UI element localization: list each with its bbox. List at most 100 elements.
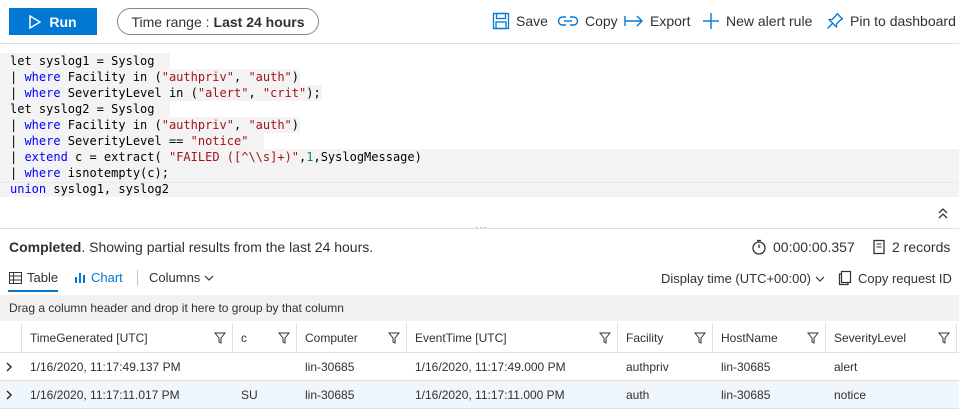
column-header-label: Computer	[305, 331, 358, 345]
code-line: union syslog1, syslog2	[0, 181, 959, 197]
run-button[interactable]: Run	[9, 8, 97, 35]
table-cell: lin-30685	[305, 360, 355, 374]
column-header[interactable]: TimeGenerated [UTC]	[22, 323, 233, 353]
record-count-value: 2 records	[892, 239, 951, 255]
table-cell	[233, 353, 241, 381]
time-range-prefix: Time range :	[131, 13, 210, 30]
code-text: |	[10, 70, 25, 84]
column-header[interactable]: HostName	[713, 323, 826, 353]
code-text: Facility	[60, 70, 133, 84]
save-icon	[492, 12, 510, 30]
table-cell: SU	[241, 388, 258, 402]
code-text: let syslog2 = Syslog	[10, 102, 155, 116]
columns-dropdown[interactable]: Columns	[149, 270, 214, 285]
column-header-label: SeverityLevel	[834, 331, 907, 345]
display-time-dropdown[interactable]: Display time (UTC+00:00)	[661, 271, 825, 286]
table-cell: 1/16/2020, 11:17:11.000 PM	[415, 388, 565, 402]
code-text: )	[291, 118, 300, 132]
copy-button[interactable]: Copy	[557, 10, 618, 32]
code-keyword: where	[24, 70, 61, 84]
code-text: |	[10, 118, 25, 132]
column-header[interactable]: c	[233, 323, 297, 353]
query-editor[interactable]: let syslog1 = Syslog | where Facility in…	[0, 48, 959, 198]
elapsed-time: 00:00:00.357	[751, 239, 855, 255]
column-header[interactable]: EventTime [UTC]	[407, 323, 618, 353]
copy-label: Copy	[585, 13, 618, 29]
code-string: "authpriv"	[161, 118, 234, 132]
expander-column-header	[0, 323, 22, 353]
code-string: "notice"	[190, 134, 249, 148]
table-cell: lin-30685	[721, 360, 771, 374]
copy-request-label: Copy request ID	[858, 270, 952, 286]
divider	[0, 182, 959, 183]
code-text: ,	[248, 86, 263, 100]
code-text: in	[132, 118, 148, 132]
column-header[interactable]: SeverityLevel	[826, 323, 957, 353]
code-text: );	[306, 86, 321, 100]
code-line: | where Facility in ("authpriv", "auth")	[0, 117, 300, 133]
pane-splitter[interactable]	[0, 228, 959, 229]
pin-label: Pin to dashboard	[850, 13, 956, 29]
active-tab-indicator	[8, 290, 58, 292]
code-line: | where SeverityLevel == "notice"	[0, 133, 264, 149]
code-keyword: where	[24, 134, 61, 148]
export-label: Export	[650, 13, 691, 29]
play-icon	[29, 14, 42, 29]
code-text: ,	[233, 118, 249, 132]
new-alert-rule-button[interactable]: New alert rule	[702, 10, 812, 32]
code-string: "alert"	[197, 86, 249, 100]
bar-chart-icon	[75, 272, 85, 283]
table-cell: alert	[834, 360, 858, 374]
table-cell: lin-30685	[305, 388, 355, 402]
filter-icon[interactable]	[599, 332, 611, 344]
time-range-picker[interactable]: Time range : Last 24 hours	[117, 8, 319, 35]
code-text: SeverityLevel ==	[60, 134, 191, 148]
elapsed-value: 00:00:00.357	[773, 239, 855, 255]
filter-icon[interactable]	[807, 332, 819, 344]
code-line: | where Facility in ("authpriv", "auth")	[0, 69, 300, 85]
filter-icon[interactable]	[938, 332, 950, 344]
code-keyword: extend	[24, 150, 68, 164]
code-text: |	[10, 134, 25, 148]
table-row[interactable]: 1/16/2020, 11:17:11.017 PM SU lin-30685 …	[0, 381, 959, 409]
plus-icon	[703, 13, 719, 29]
save-button[interactable]: Save	[492, 10, 548, 32]
filter-icon[interactable]	[214, 332, 226, 344]
pin-to-dashboard-button[interactable]: Pin to dashboard	[826, 10, 956, 32]
new-alert-rule-label: New alert rule	[726, 13, 813, 29]
code-string: "FAILED ([^\\s]+)"	[168, 150, 300, 164]
code-line: let syslog1 = Syslog	[0, 53, 170, 69]
code-text: |	[10, 150, 25, 164]
group-by-drop-zone[interactable]: Drag a column header and drop it here to…	[0, 295, 959, 321]
code-string: "auth"	[248, 70, 292, 84]
tab-table-label: Table	[27, 270, 59, 285]
chevron-right-icon[interactable]	[5, 390, 13, 400]
code-line: | where isnotempty(c);	[0, 165, 959, 181]
column-header[interactable]: Computer	[297, 323, 407, 353]
record-count: 2 records	[872, 239, 950, 255]
filter-icon[interactable]	[388, 332, 400, 344]
run-label: Run	[49, 13, 77, 30]
tab-chart[interactable]: Chart	[74, 270, 123, 285]
code-string: "crit"	[262, 86, 307, 100]
table-row[interactable]: 1/16/2020, 11:17:49.137 PM lin-30685 1/1…	[0, 353, 959, 381]
tab-table[interactable]: Table	[9, 270, 58, 285]
table-cell: 1/16/2020, 11:17:49.000 PM	[415, 360, 566, 374]
code-string: "authpriv"	[161, 70, 234, 84]
save-label: Save	[516, 13, 548, 29]
copy-request-id-button[interactable]: Copy request ID	[838, 270, 952, 286]
table-cell: 1/16/2020, 11:17:49.137 PM	[30, 360, 181, 374]
code-keyword: union	[10, 182, 47, 196]
filter-icon[interactable]	[694, 332, 706, 344]
export-button[interactable]: Export	[624, 10, 690, 32]
collapse-editor-icon[interactable]	[936, 207, 950, 221]
link-icon	[557, 16, 579, 26]
code-keyword: where	[24, 86, 61, 100]
code-text: in	[168, 86, 184, 100]
filter-icon[interactable]	[278, 332, 290, 344]
chevron-down-icon	[204, 275, 214, 281]
time-range-value: Last 24 hours	[213, 13, 305, 30]
chevron-right-icon[interactable]	[5, 362, 13, 372]
column-header[interactable]: Facility	[618, 323, 713, 353]
code-text: let syslog1 = Syslog	[10, 54, 155, 68]
